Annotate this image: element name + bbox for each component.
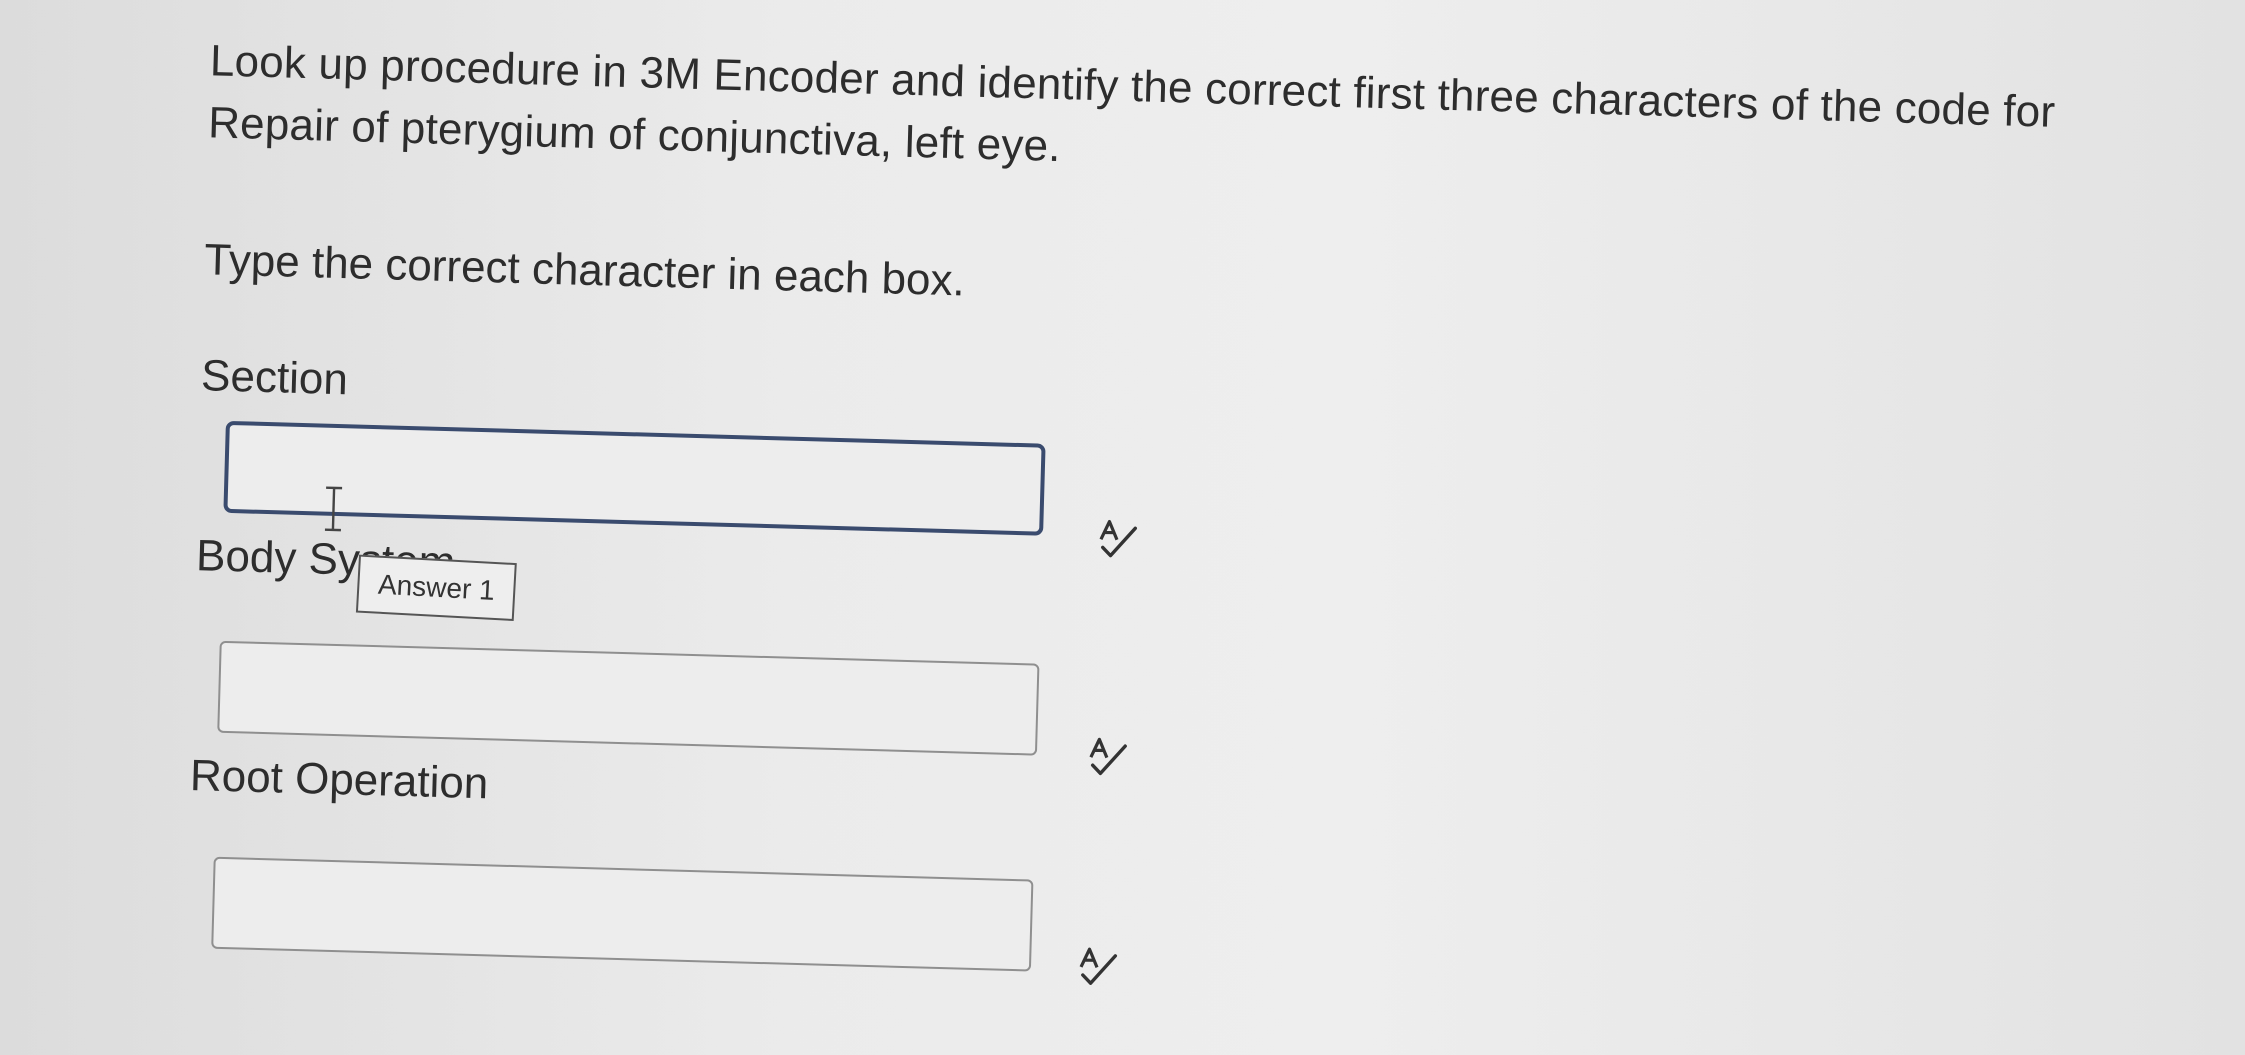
root-operation-answer-input[interactable] [211, 856, 1034, 972]
question-text: Look up procedure in 3M Encoder and iden… [207, 36, 2056, 172]
quiz-question-panel: Look up procedure in 3M Encoder and iden… [0, 0, 2245, 1055]
spellcheck-icon[interactable] [1086, 737, 1129, 778]
root-operation-label: Root Operation [189, 751, 489, 809]
body-system-answer-input[interactable] [217, 640, 1040, 756]
instruction-text: Type the correct character in each box. [203, 235, 966, 306]
spellcheck-icon[interactable] [1096, 519, 1139, 560]
section-answer-input[interactable] [223, 420, 1046, 536]
answer-tooltip: Answer 1 [355, 554, 517, 622]
text-cursor-icon [324, 486, 343, 532]
spellcheck-icon[interactable] [1076, 947, 1119, 988]
section-label: Section [200, 351, 349, 405]
